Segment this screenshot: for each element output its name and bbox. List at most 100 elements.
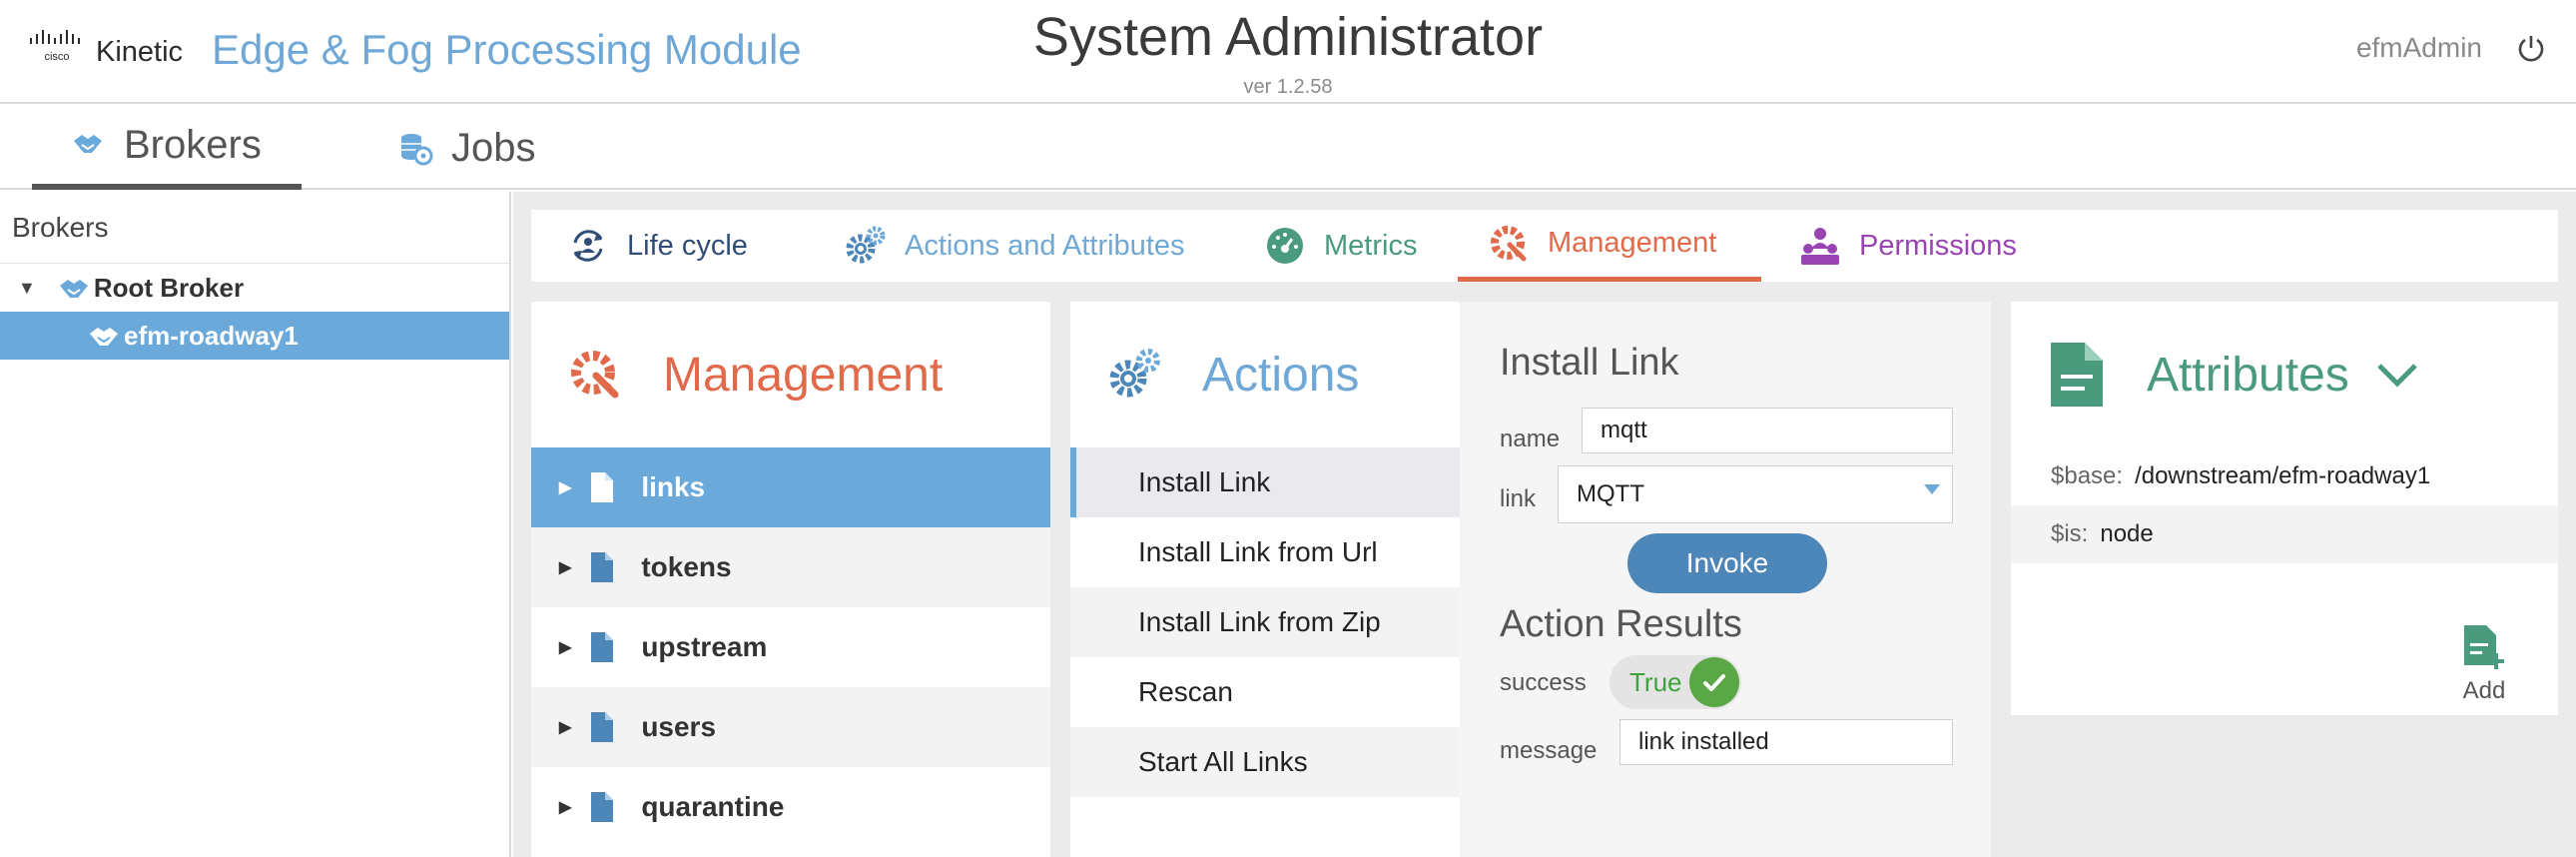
tab-jobs[interactable]: Jobs [397,106,536,190]
add-attribute-button[interactable]: Add [2454,625,2514,705]
attribute-row: $base: /downstream/efm-roadway1 [2011,447,2558,505]
management-item-label: upstream [641,631,768,662]
management-title: Management [663,348,944,402]
gears-icon [846,226,886,264]
caret-right-icon[interactable]: ▶ [559,717,571,737]
brokers-panel-title: Brokers [0,192,509,264]
management-item-users[interactable]: ▶ users [531,687,1050,767]
success-toggle: True [1610,655,1741,709]
management-item-label: users [641,711,717,742]
management-panel: Management ▶ links ▶ tokens ▶ upstream ▶… [531,302,1050,857]
management-item-tokens[interactable]: ▶ tokens [531,527,1050,607]
link-select-value: MQTT [1577,480,1644,507]
version-label: ver 1.2.58 [1243,76,1333,98]
management-item-quarantine[interactable]: ▶ quarantine [531,767,1050,847]
tree-item-label: Root Broker [93,272,245,303]
tab-permissions[interactable]: Permissions [1799,210,2017,282]
tree-item-efm-roadway1[interactable]: efm-roadway1 [0,312,509,360]
tab-label: Metrics [1324,229,1418,262]
message-field: link installed [1619,719,1953,765]
content-area: Life cycle Actions and Attributes Metric… [513,192,2576,857]
attribute-row: $is: node [2011,505,2558,563]
brokers-handshake-icon [74,135,102,153]
management-header: Management [531,302,1050,447]
attributes-header: Attributes [2011,302,2558,447]
caret-right-icon[interactable]: ▶ [559,637,571,657]
file-icon [591,632,614,662]
lifecycle-icon [573,230,603,262]
gear-wrench-icon [1491,225,1527,261]
action-results-title: Action Results [1500,603,1742,645]
tab-label: Actions and Attributes [905,229,1185,262]
invoke-button[interactable]: Invoke [1627,533,1827,593]
link-label: link [1500,485,1537,512]
action-item-install-link-from-url[interactable]: Install Link from Url [1070,517,1460,587]
users-lock-icon [1801,228,1839,265]
tab-life-cycle[interactable]: Life cycle [567,210,748,282]
chevron-down-icon[interactable] [2375,360,2419,390]
management-item-label: links [641,471,706,502]
caret-right-icon[interactable]: ▶ [559,797,571,817]
tree-item-label: efm-roadway1 [124,320,299,351]
app-header: cisco Kinetic Edge & Fog Processing Modu… [0,0,2576,104]
tab-jobs-label: Jobs [451,125,536,170]
action-form-title: Install Link [1500,342,1679,384]
success-label: success [1500,669,1587,696]
caret-right-icon[interactable]: ▶ [559,557,571,577]
actions-panel: Actions Install Link Install Link from U… [1070,302,1460,857]
management-item-links[interactable]: ▶ links [531,447,1050,527]
tab-brokers[interactable]: Brokers [32,106,302,190]
jobs-database-icon [401,134,433,166]
management-item-label: tokens [641,551,732,582]
gears-icon [1109,349,1160,398]
gear-wrench-icon [571,351,619,399]
management-item-label: quarantine [641,791,785,822]
caret-right-icon[interactable]: ▶ [559,477,571,497]
tab-brokers-label: Brokers [124,122,262,167]
action-item-rescan[interactable]: Rescan [1070,657,1460,727]
attribute-value: node [2100,520,2154,547]
caret-down-icon[interactable]: ▼ [18,278,36,299]
attributes-title: Attributes [2147,348,2349,402]
tree-item-root-broker[interactable]: ▼ Root Broker [0,264,509,312]
action-item-start-all-links[interactable]: Start All Links [1070,727,1460,797]
add-label: Add [2462,677,2506,704]
message-label: message [1500,737,1598,764]
add-document-icon [2464,625,2504,669]
attributes-panel: Attributes $base: /downstream/efm-roadwa… [2011,302,2558,715]
name-label: name [1500,426,1561,452]
success-value: True [1629,667,1682,697]
attribute-key: $base: [2051,462,2124,489]
tab-metrics[interactable]: Metrics [1264,210,1417,282]
tab-actions-and-attributes[interactable]: Actions and Attributes [845,210,1185,282]
main-tabs: Brokers Jobs [0,106,2576,190]
power-icon[interactable] [2514,32,2548,66]
broker-handshake-icon [90,328,118,346]
file-icon [591,552,614,582]
tab-label: Management [1548,227,1717,259]
actions-title: Actions [1202,348,1360,402]
page-title: System Administrator [1032,7,1544,67]
file-icon [591,792,614,822]
link-select[interactable]: MQTT [1558,465,1953,523]
file-icon [591,472,614,502]
attribute-value: /downstream/efm-roadway1 [2135,462,2431,489]
tab-label: Permissions [1859,229,2017,262]
brokers-panel: Brokers ▼ Root Broker efm-roadway1 [0,192,511,857]
name-input[interactable]: mqtt [1582,408,1953,453]
action-item-install-link[interactable]: Install Link [1070,447,1460,517]
tab-management[interactable]: Management [1458,210,1761,282]
action-form: Install Link name mqtt link MQTT Invoke … [1460,302,1991,857]
tab-label: Life cycle [627,229,748,262]
gauge-icon [1267,228,1303,264]
broker-handshake-icon [59,280,88,298]
check-icon [1689,657,1739,707]
document-icon [2051,343,2103,407]
actions-header: Actions [1070,302,1460,447]
user-name[interactable]: efmAdmin [2356,32,2482,64]
sub-tabs: Life cycle Actions and Attributes Metric… [531,210,2558,282]
management-item-upstream[interactable]: ▶ upstream [531,607,1050,687]
attribute-key: $is: [2051,520,2089,547]
action-item-install-link-from-zip[interactable]: Install Link from Zip [1070,587,1460,657]
file-icon [591,712,614,742]
